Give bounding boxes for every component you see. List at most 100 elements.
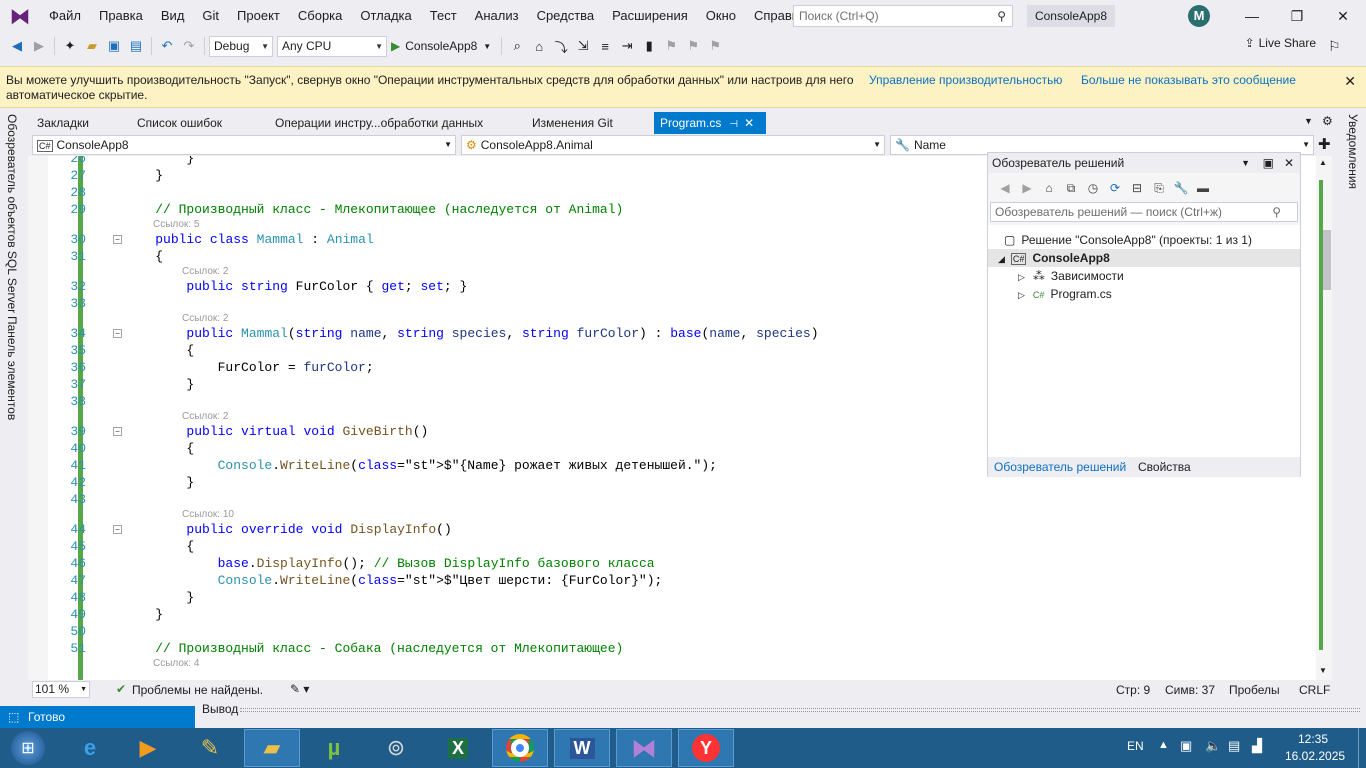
code-line[interactable]: { (124, 440, 194, 457)
collapse-icon[interactable]: − (113, 329, 122, 338)
minimize-button[interactable]: — (1229, 0, 1275, 32)
visual-studio-logo-icon[interactable]: ⧓ (0, 0, 40, 32)
collapse-all-icon[interactable]: ⊟ (1128, 181, 1146, 195)
forward-icon[interactable]: ▶ (28, 35, 50, 57)
taskbar-chrome[interactable] (492, 729, 548, 767)
chevron-down-icon[interactable]: ▼ (1241, 153, 1250, 173)
properties-icon[interactable]: 🔧 (1172, 181, 1190, 195)
collapsed-arrow-icon[interactable]: ▷ (1018, 272, 1025, 282)
taskbar-excel[interactable]: X (430, 729, 486, 767)
tab-solution-explorer[interactable]: Обозреватель решений (994, 460, 1126, 474)
code-line[interactable]: { (124, 248, 163, 265)
code-line[interactable]: } (124, 606, 163, 623)
code-line[interactable]: base.DisplayInfo(); // Вызов DisplayInfo… (124, 555, 655, 572)
pin-icon[interactable]: ⊣ (729, 119, 738, 130)
code-line[interactable]: public virtual void GiveBirth() (124, 423, 428, 440)
device-icon[interactable]: ▣ (1180, 738, 1192, 754)
tab-error-list[interactable]: Список ошибок (131, 112, 228, 134)
code-line[interactable]: // Производный класс - Млекопитающее (на… (124, 201, 623, 218)
taskbar-yandex[interactable]: Y (678, 729, 734, 767)
menu-extensions[interactable]: Расширения (603, 0, 697, 32)
tree-node-project[interactable]: ◢ C# ConsoleApp8 (988, 249, 1300, 267)
tab-program-cs[interactable]: Program.cs ⊣ ✕ (654, 112, 766, 134)
line-ending[interactable]: CRLF (1299, 683, 1330, 697)
code-line[interactable]: } (124, 474, 194, 491)
live-share-button[interactable]: ⇪ Live Share (1245, 36, 1316, 50)
scroll-up-icon[interactable]: ▲ (1319, 158, 1327, 167)
tab-notifications[interactable]: Уведомления (1346, 114, 1360, 189)
switch-views-icon[interactable]: ⧉ (1062, 181, 1080, 196)
configuration-select[interactable]: Debug ▼ (209, 35, 273, 57)
back-icon[interactable]: ◀ (996, 181, 1014, 195)
code-line[interactable]: } (124, 589, 194, 606)
reference-count[interactable]: Ссылок: 2 (182, 313, 228, 324)
tree-node-solution[interactable]: ▢ Решение "ConsoleApp8" (проекты: 1 из 1) (1004, 231, 1252, 249)
menu-tools[interactable]: Средства (528, 0, 604, 32)
tab-properties[interactable]: Свойства (1138, 460, 1191, 474)
taskbar-visual-studio[interactable]: ⧓ (616, 729, 672, 767)
forward-icon[interactable]: ▶ (1018, 181, 1036, 195)
menu-edit[interactable]: Правка (90, 0, 152, 32)
open-icon[interactable]: ▰ (81, 35, 103, 57)
collapse-icon[interactable]: − (113, 235, 122, 244)
taskbar-internet-explorer[interactable]: e (62, 729, 118, 767)
run-button[interactable]: ▶ ConsoleApp8 ▼ (391, 39, 491, 53)
undo-icon[interactable]: ↶ (156, 35, 178, 57)
search-input[interactable]: Поиск (Ctrl+Q) ⚲ (793, 5, 1013, 27)
menu-test[interactable]: Тест (421, 0, 466, 32)
reference-count[interactable]: Ссылок: 2 (182, 411, 228, 422)
save-all-icon[interactable]: ▤ (125, 35, 147, 57)
find-in-files-icon[interactable]: ⌕ (506, 35, 528, 57)
tree-node-program-cs[interactable]: ▷ C# Program.cs (1018, 285, 1112, 303)
maximize-button[interactable]: ❐ (1274, 0, 1320, 32)
new-project-icon[interactable]: ✦ (59, 35, 81, 57)
manage-performance-link[interactable]: Управление производительностью (869, 73, 1062, 87)
scroll-down-icon[interactable]: ▼ (1319, 666, 1327, 675)
code-line[interactable]: } (124, 376, 194, 393)
collapsed-arrow-icon[interactable]: ▷ (1018, 290, 1025, 300)
code-line[interactable]: } (124, 167, 163, 184)
taskbar-network[interactable]: ⊚ (368, 729, 424, 767)
code-line[interactable]: Console.WriteLine(class="st">$"Цвет шерс… (124, 572, 663, 589)
bookmark-icon[interactable]: ▮ (638, 35, 660, 57)
menu-project[interactable]: Проект (228, 0, 289, 32)
menu-window[interactable]: Окно (697, 0, 745, 32)
project-dropdown[interactable]: C# ConsoleApp8 ▼ (32, 135, 456, 155)
battery-icon[interactable]: ▤ (1228, 738, 1240, 754)
tree-node-dependencies[interactable]: ▷ ⁂ Зависимости (1018, 267, 1124, 285)
indent-icon[interactable]: ⇥ (616, 35, 638, 57)
collapse-icon[interactable]: − (113, 427, 122, 436)
taskbar-explorer[interactable]: ▰ (244, 729, 300, 767)
tab-git-changes[interactable]: Изменения Git (526, 112, 619, 134)
code-line[interactable]: FurColor = furColor; (124, 359, 374, 376)
menu-view[interactable]: Вид (152, 0, 194, 32)
zoom-dropdown[interactable]: 101 % ▼ (32, 681, 90, 698)
problems-text[interactable]: Проблемы не найдены. (132, 683, 263, 697)
menu-git[interactable]: Git (193, 0, 228, 32)
reference-count[interactable]: Ссылок: 10 (182, 509, 234, 520)
whitespace-mode[interactable]: Пробелы (1229, 683, 1280, 697)
class-dropdown[interactable]: ⚙ ConsoleApp8.Animal ▼ (461, 135, 885, 155)
code-line[interactable]: Console.WriteLine(class="st">$"{Name} ро… (124, 457, 717, 474)
maximize-icon[interactable]: ▣ (1263, 153, 1274, 173)
solution-search-input[interactable]: Обозреватель решений — поиск (Ctrl+ж) ⚲ (990, 202, 1298, 222)
code-line[interactable]: // Производный класс - Собака (наследует… (124, 640, 623, 657)
tab-bookmarks[interactable]: Закладки (31, 112, 95, 134)
close-button[interactable]: ✕ (1320, 0, 1366, 32)
code-line[interactable]: public class Mammal : Animal (124, 231, 373, 248)
collapse-icon[interactable]: − (113, 525, 122, 534)
clock-date[interactable]: 16.02.2025 (1285, 749, 1345, 763)
back-icon[interactable]: ◀ (6, 35, 28, 57)
scroll-thumb[interactable] (1323, 230, 1331, 290)
taskbar-word[interactable]: W (554, 729, 610, 767)
language-indicator[interactable]: EN (1127, 739, 1144, 753)
menu-build[interactable]: Сборка (289, 0, 352, 32)
code-line[interactable]: { (124, 538, 194, 555)
menu-analyze[interactable]: Анализ (466, 0, 528, 32)
cleanup-icon[interactable]: ✎ ▾ (290, 682, 309, 696)
bookmark-next-icon[interactable]: ⚑ (682, 35, 704, 57)
sync-icon[interactable]: ⟳ (1106, 181, 1124, 195)
menu-file[interactable]: Файл (40, 0, 90, 32)
reference-count[interactable]: Ссылок: 4 (153, 658, 199, 669)
reference-count[interactable]: Ссылок: 2 (182, 266, 228, 277)
